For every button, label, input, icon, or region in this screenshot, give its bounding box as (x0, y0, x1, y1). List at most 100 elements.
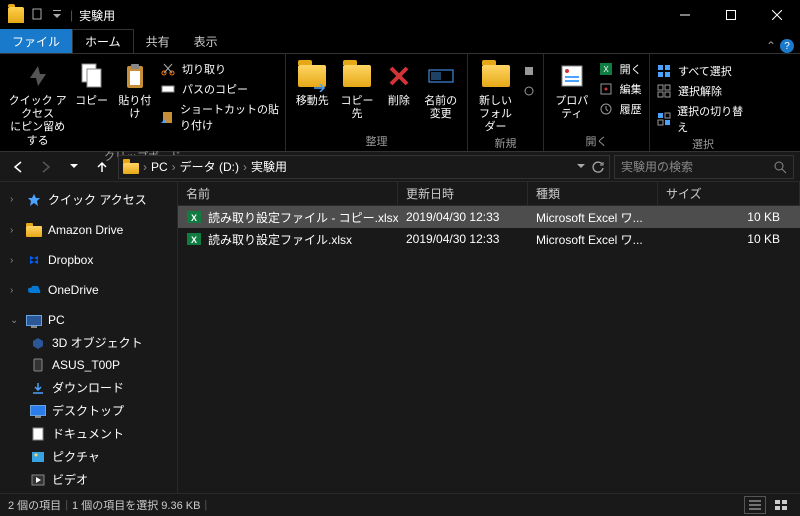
sidebar-item-dropbox[interactable]: ›Dropbox (0, 249, 177, 271)
cloud-icon (26, 282, 42, 298)
refresh-button[interactable] (591, 160, 605, 174)
select-none-button[interactable]: 選択解除 (656, 82, 750, 100)
window-title: 実験用 (79, 7, 115, 24)
search-placeholder: 実験用の検索 (621, 158, 693, 175)
sidebar-item-pictures[interactable]: ピクチャ (0, 445, 177, 468)
breadcrumb-segment[interactable]: データ (D:) (180, 158, 239, 175)
tab-share[interactable]: 共有 (134, 29, 182, 53)
sidebar-item-pc[interactable]: ⌄PC (0, 309, 177, 331)
table-row[interactable]: X読み取り設定ファイル - コピー.xlsx2019/04/30 12:33Mi… (178, 206, 800, 228)
sidebar-item-downloads[interactable]: ダウンロード (0, 376, 177, 399)
back-button[interactable] (6, 155, 30, 179)
sidebar-item-documents[interactable]: ドキュメント (0, 422, 177, 445)
chevron-right-icon[interactable]: › (241, 160, 249, 174)
new-folder-button[interactable]: 新しい フォルダー (474, 56, 517, 135)
tab-file[interactable]: ファイル (0, 29, 72, 53)
sidebar-item-asus[interactable]: ASUS_T00P (0, 354, 177, 376)
address-dropdown-button[interactable] (577, 164, 585, 170)
column-size[interactable]: サイズ (658, 182, 800, 205)
chevron-right-icon[interactable]: › (170, 160, 178, 174)
move-to-button[interactable]: 移動先 (292, 56, 333, 108)
rename-button[interactable]: 名前の 変更 (420, 56, 461, 121)
column-headers: 名前 更新日時 種類 サイズ (178, 182, 800, 206)
sidebar-item-desktop[interactable]: デスクトップ (0, 399, 177, 422)
pin-to-quick-access-button[interactable]: クイック アクセス にピン留めする (6, 56, 69, 148)
close-button[interactable] (754, 0, 800, 30)
tab-view[interactable]: 表示 (182, 29, 230, 53)
chevron-right-icon[interactable]: › (10, 194, 20, 205)
svg-text:X: X (191, 213, 197, 223)
history-button[interactable]: 履歴 (598, 100, 643, 118)
copy-path-button[interactable]: パスのコピー (160, 80, 279, 98)
scissors-icon (160, 61, 176, 77)
open-button[interactable]: X開く (598, 60, 643, 78)
file-rows[interactable]: X読み取り設定ファイル - コピー.xlsx2019/04/30 12:33Mi… (178, 206, 800, 493)
help-button[interactable]: ? (780, 39, 794, 53)
chevron-right-icon[interactable]: › (141, 160, 149, 174)
delete-button[interactable]: 削除 (381, 56, 416, 108)
paste-button[interactable]: 貼り付け (114, 56, 156, 121)
open-group-label: 開く (550, 133, 643, 151)
select-all-button[interactable]: すべて選択 (656, 62, 750, 80)
document-icon (30, 426, 46, 442)
invert-selection-button[interactable]: 選択の切り替え (656, 102, 750, 136)
recent-locations-button[interactable] (62, 155, 86, 179)
sidebar-item-amazon-drive[interactable]: ›Amazon Drive (0, 219, 177, 241)
chevron-down-icon[interactable]: ⌄ (10, 315, 20, 326)
monitor-icon (26, 312, 42, 328)
breadcrumb-segment[interactable]: 実験用 (251, 158, 287, 175)
copy-to-button[interactable]: コピー先 (337, 56, 378, 121)
folder-icon (26, 222, 42, 238)
folder-icon (123, 159, 139, 175)
file-type: Microsoft Excel ワ... (528, 231, 658, 248)
ribbon-collapse-button[interactable]: ⌃ (766, 39, 776, 53)
search-box[interactable]: 実験用の検索 (614, 155, 794, 179)
invert-selection-icon (656, 111, 671, 127)
edit-button[interactable]: 編集 (598, 80, 643, 98)
sidebar-item-music[interactable]: ミュージック (0, 491, 177, 493)
properties-button[interactable]: プロパティ (550, 56, 594, 121)
view-large-icons-button[interactable] (770, 496, 792, 514)
ribbon-tabs: ファイル ホーム 共有 表示 ⌃ ? (0, 30, 800, 54)
navigation-pane[interactable]: ›クイック アクセス ›Amazon Drive ›Dropbox ›OneDr… (0, 182, 178, 493)
paste-shortcut-button[interactable]: ショートカットの貼り付け (160, 100, 279, 134)
sidebar-item-videos[interactable]: ビデオ (0, 468, 177, 491)
minimize-button[interactable] (662, 0, 708, 30)
select-group-label: 選択 (656, 136, 750, 154)
sidebar-item-onedrive[interactable]: ›OneDrive (0, 279, 177, 301)
breadcrumb-segment[interactable]: PC (151, 160, 168, 174)
column-name[interactable]: 名前 (178, 182, 398, 205)
file-type: Microsoft Excel ワ... (528, 209, 658, 226)
delete-icon (383, 60, 415, 92)
sidebar-item-quick-access[interactable]: ›クイック アクセス (0, 188, 177, 211)
status-selection: 1 個の項目を選択 9.36 KB (72, 497, 200, 513)
up-button[interactable] (90, 155, 114, 179)
maximize-button[interactable] (708, 0, 754, 30)
path-icon (160, 81, 176, 97)
column-type[interactable]: 種類 (528, 182, 658, 205)
star-icon (26, 192, 42, 208)
address-bar[interactable]: › PC › データ (D:) › 実験用 (118, 155, 610, 179)
qat-dropdown[interactable] (50, 8, 64, 22)
column-date[interactable]: 更新日時 (398, 182, 528, 205)
easy-access-button[interactable] (521, 82, 537, 100)
qat-button[interactable] (30, 8, 44, 22)
cut-button[interactable]: 切り取り (160, 60, 279, 78)
table-row[interactable]: X読み取り設定ファイル.xlsx2019/04/30 12:33Microsof… (178, 228, 800, 250)
pin-icon (22, 60, 54, 92)
view-details-button[interactable] (744, 496, 766, 514)
sidebar-item-3d-objects[interactable]: 3D オブジェクト (0, 331, 177, 354)
file-name: 読み取り設定ファイル.xlsx (208, 231, 352, 248)
tab-home[interactable]: ホーム (72, 29, 134, 53)
file-size: 10 KB (658, 210, 800, 224)
file-date: 2019/04/30 12:33 (398, 210, 528, 224)
shortcut-icon (160, 109, 174, 125)
new-item-button[interactable] (521, 62, 537, 80)
picture-icon (30, 449, 46, 465)
new-group-label: 新規 (474, 135, 537, 153)
search-icon (773, 160, 787, 174)
copy-button[interactable]: コピー (73, 56, 109, 108)
forward-button[interactable] (34, 155, 58, 179)
folder-icon (8, 7, 24, 23)
copy-to-icon (341, 60, 373, 92)
